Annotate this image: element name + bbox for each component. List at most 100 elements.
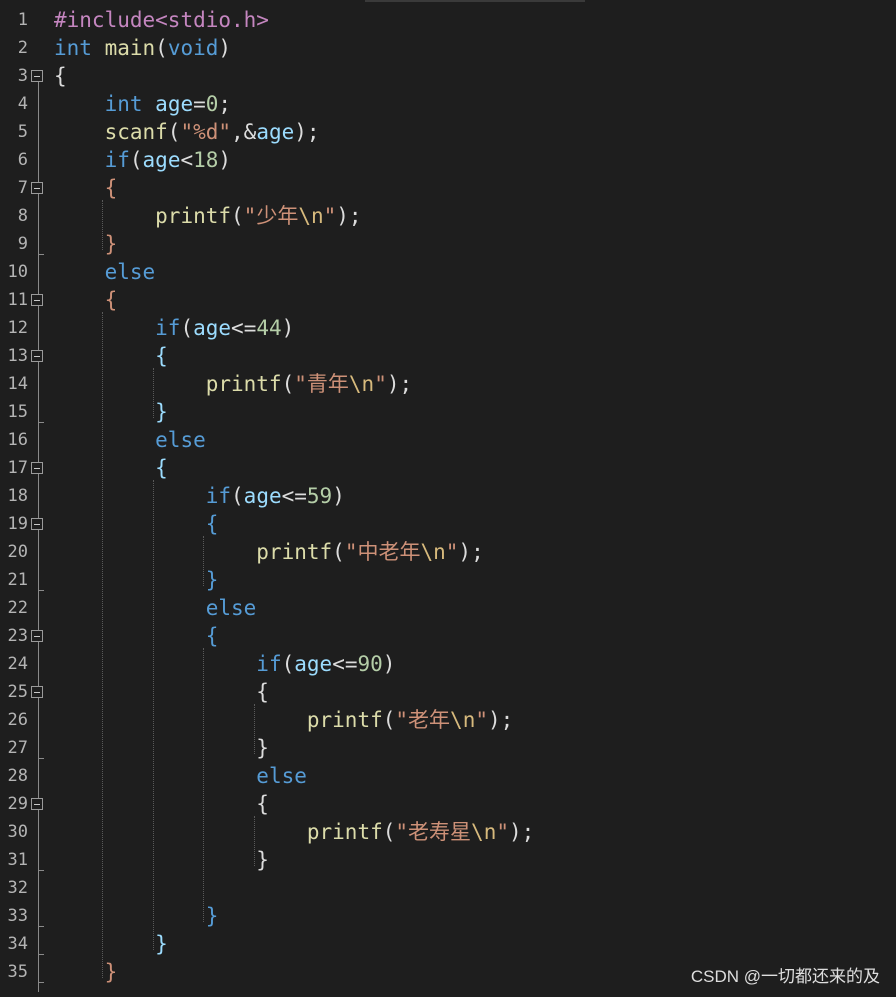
code-line[interactable]: 11 { (0, 286, 896, 314)
code-token: ); (336, 204, 362, 228)
code-token: = (193, 92, 206, 116)
fold-end-tick (38, 590, 44, 591)
code-line[interactable]: 19 { (0, 510, 896, 538)
line-number: 13 (7, 346, 28, 366)
fold-end-tick (38, 870, 44, 871)
collapse-icon[interactable] (31, 182, 43, 194)
code-token: ) (281, 316, 295, 340)
code-line[interactable]: 16 else (0, 426, 896, 454)
code-token: void (167, 36, 219, 60)
code-line[interactable]: 3{ (0, 62, 896, 90)
code-token: } (205, 568, 219, 592)
code-line[interactable]: 24 if(age<=90) (0, 650, 896, 678)
code-line[interactable]: 13 { (0, 342, 896, 370)
code-line[interactable]: 26 printf("老年\n"); (0, 706, 896, 734)
code-line[interactable]: 23 { (0, 622, 896, 650)
code-token: } (256, 736, 269, 760)
code-line[interactable]: 12 if(age<=44) (0, 314, 896, 342)
code-line[interactable]: 2 int main(void) (0, 34, 896, 62)
collapse-icon[interactable] (31, 294, 43, 306)
code-line[interactable]: 1 #include<stdio.h> (0, 6, 896, 34)
code-token: { (256, 680, 269, 704)
code-token: int (104, 92, 143, 116)
code-line[interactable]: 25 { (0, 678, 896, 706)
code-token: ) (218, 148, 232, 172)
collapse-icon[interactable] (31, 630, 43, 642)
code-token: " (496, 820, 509, 844)
code-text: printf("老寿星\n"); (54, 820, 534, 844)
code-line[interactable]: 27 } (0, 734, 896, 762)
line-number: 29 (7, 794, 28, 814)
code-token: \n (348, 372, 375, 396)
collapse-icon[interactable] (31, 798, 43, 810)
code-token: " (323, 204, 337, 228)
code-line[interactable]: 22 else (0, 594, 896, 622)
collapse-icon[interactable] (31, 686, 43, 698)
code-line[interactable]: 9 } (0, 230, 896, 258)
code-token: { (54, 64, 67, 88)
code-token: <stdio.h> (155, 8, 269, 32)
code-line[interactable]: 31 } (0, 846, 896, 874)
code-token: ); (294, 120, 320, 144)
code-editor[interactable]: 1 #include<stdio.h> 2 int main(void) 3{4 int… (0, 0, 896, 997)
code-text: else (54, 596, 257, 620)
code-line[interactable]: 7 { (0, 174, 896, 202)
code-text: { (54, 680, 269, 704)
code-line[interactable]: 5 scanf("%d",&age); (0, 118, 896, 146)
code-text: { (54, 288, 118, 312)
code-line[interactable]: 14 printf("青年\n"); (0, 370, 896, 398)
code-line[interactable]: 34 } (0, 930, 896, 958)
collapse-icon[interactable] (31, 70, 43, 82)
code-token: else (256, 764, 307, 788)
line-number: 1 (17, 10, 28, 30)
indent-guide (203, 536, 205, 586)
line-number: 27 (7, 738, 28, 758)
collapse-icon[interactable] (31, 518, 43, 530)
code-line[interactable]: 18 if(age<=59) (0, 482, 896, 510)
code-text: else (54, 764, 307, 788)
code-line[interactable]: 21 } (0, 566, 896, 594)
code-token: 18 (193, 148, 219, 172)
code-text: printf("少年\n"); (54, 204, 362, 228)
code-line[interactable]: 8 printf("少年\n"); (0, 202, 896, 230)
line-number: 23 (7, 626, 28, 646)
collapse-icon[interactable] (31, 462, 43, 474)
code-line[interactable]: 15 } (0, 398, 896, 426)
line-number: 22 (7, 598, 28, 618)
code-line[interactable]: 28 else (0, 762, 896, 790)
line-number: 28 (7, 766, 28, 786)
code-line[interactable]: 20 printf("中老年\n"); (0, 538, 896, 566)
code-line[interactable]: 32 (0, 874, 896, 902)
code-token: 44 (256, 316, 282, 340)
code-text: { (54, 512, 219, 536)
code-text: } (54, 400, 168, 424)
code-line[interactable]: 17 { (0, 454, 896, 482)
fold-end-tick (38, 422, 44, 423)
line-number: 21 (7, 570, 28, 590)
code-line[interactable]: 30 printf("老寿星\n"); (0, 818, 896, 846)
code-line[interactable]: 10 else (0, 258, 896, 286)
code-text: } (54, 848, 269, 872)
collapse-icon[interactable] (31, 350, 43, 362)
code-line[interactable]: 29 { (0, 790, 896, 818)
code-token: if (155, 316, 181, 340)
code-line[interactable]: 4 int age=0; (0, 90, 896, 118)
code-token: { (155, 344, 168, 368)
indent-guide (253, 816, 255, 866)
code-token: if (256, 652, 282, 676)
code-line[interactable]: 6 if(age<18) (0, 146, 896, 174)
code-line[interactable]: 33 } (0, 902, 896, 930)
code-token: ( (332, 540, 345, 564)
